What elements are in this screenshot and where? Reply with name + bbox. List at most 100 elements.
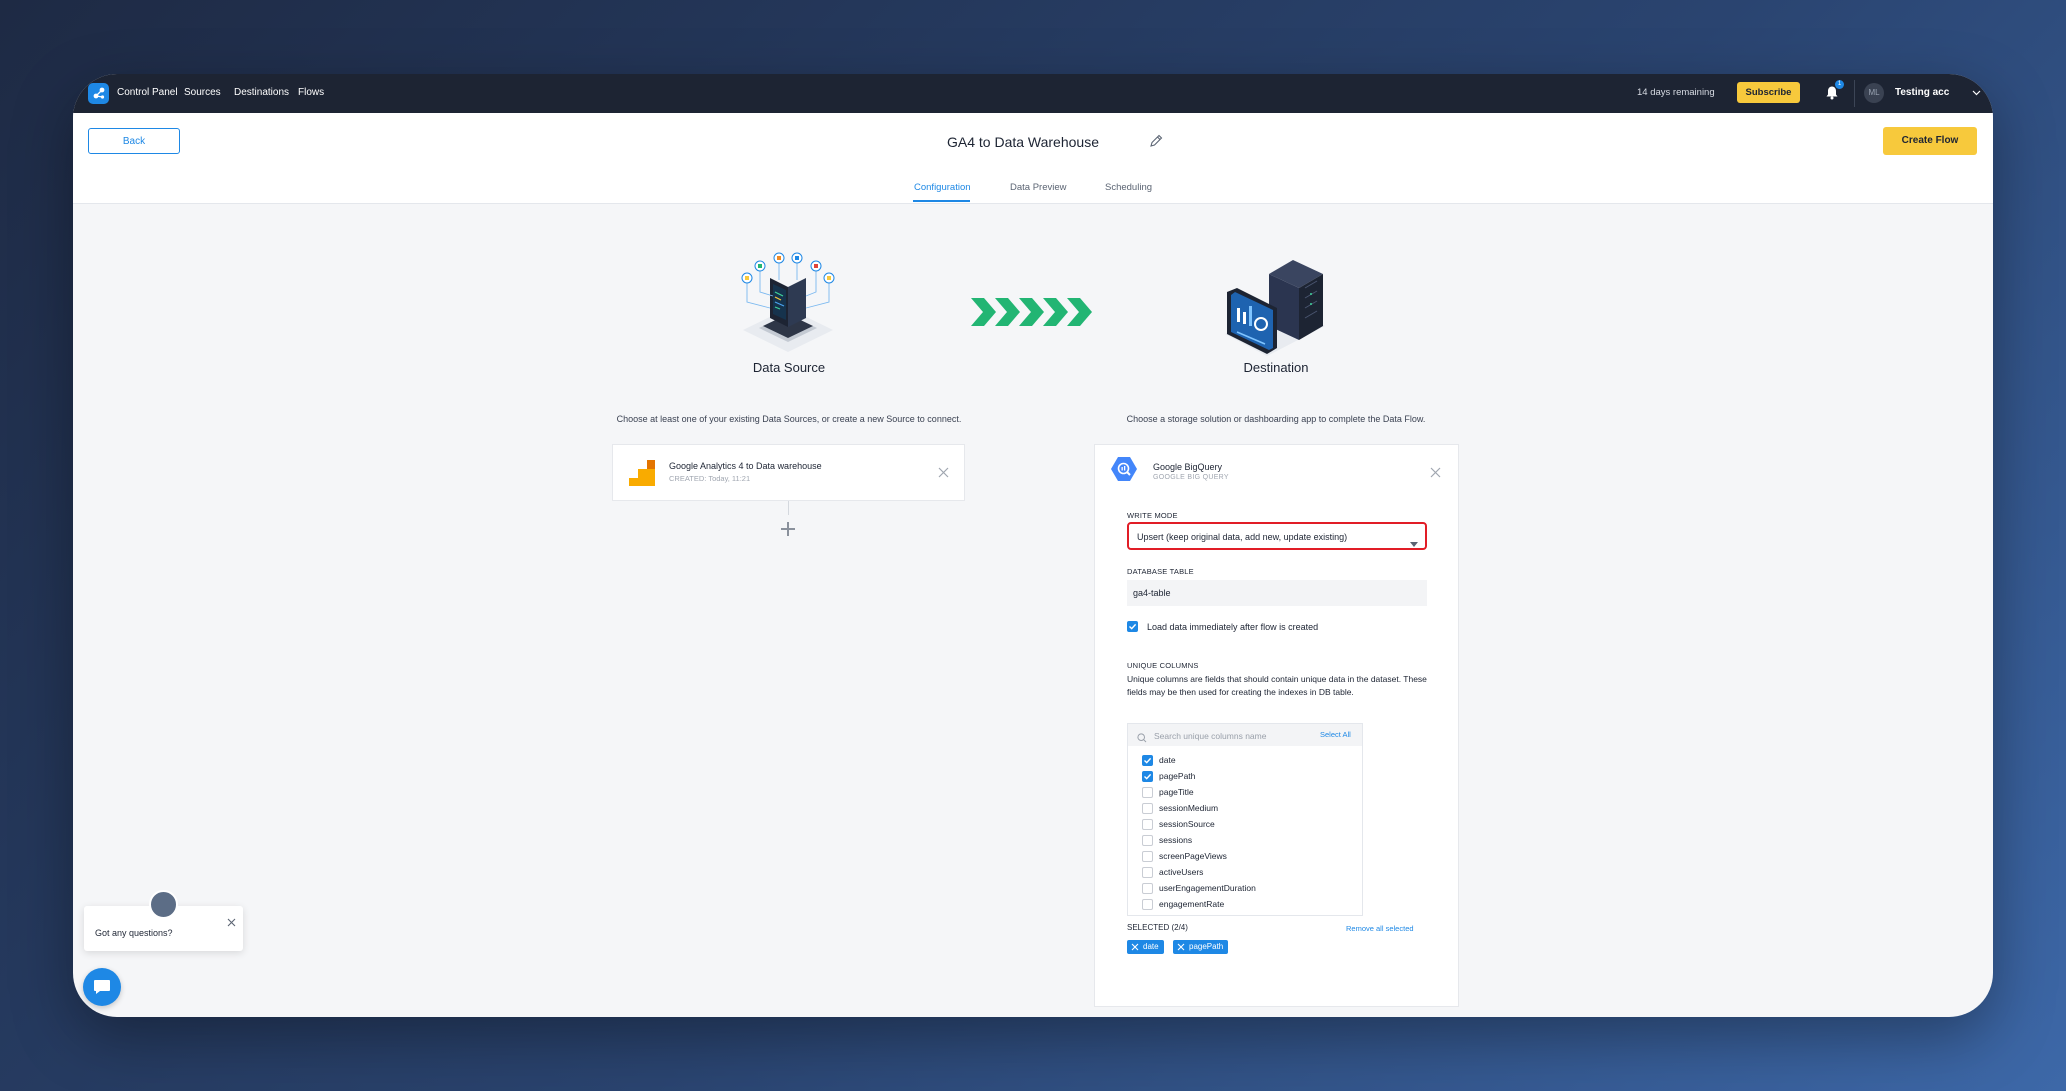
column-checkbox[interactable]	[1142, 755, 1153, 766]
unique-columns-description: Unique columns are fields that should co…	[1127, 674, 1427, 697]
tab-scheduling[interactable]: Scheduling	[1105, 182, 1152, 193]
destination-card-name: Google BigQuery	[1153, 462, 1223, 472]
data-source-title: Data Source	[752, 360, 826, 375]
column-checkbox[interactable]	[1142, 899, 1153, 910]
nav-control-panel[interactable]: Control Panel	[117, 87, 178, 98]
unique-columns-search: Select All	[1128, 724, 1362, 746]
nav-destinations[interactable]: Destinations	[234, 87, 289, 98]
remove-all-selected-link[interactable]: Remove all selected	[1346, 924, 1414, 933]
active-tab-indicator	[913, 200, 970, 202]
column-checkbox[interactable]	[1142, 867, 1153, 878]
notification-badge: 1	[1835, 80, 1844, 89]
chat-launcher-button[interactable]	[83, 968, 121, 1006]
tab-configuration[interactable]: Configuration	[914, 182, 971, 193]
unique-columns-label: UNIQUE COLUMNS	[1127, 661, 1199, 670]
column-option[interactable]: engagementRate	[1142, 898, 1352, 912]
nav-sources[interactable]: Sources	[184, 87, 221, 98]
create-flow-button[interactable]: Create Flow	[1883, 127, 1977, 155]
column-label: sessions	[1159, 835, 1193, 845]
search-icon	[1137, 730, 1147, 748]
nav-divider	[1854, 80, 1855, 107]
destination-title: Destination	[1243, 360, 1309, 375]
select-all-link[interactable]: Select All	[1320, 730, 1351, 739]
column-label: activeUsers	[1159, 867, 1204, 877]
avatar[interactable]: ML	[1864, 83, 1884, 103]
close-icon[interactable]	[1430, 465, 1441, 483]
tab-data-preview[interactable]: Data Preview	[1010, 182, 1067, 193]
tab-bar: Configuration Data Preview Scheduling	[73, 172, 1993, 204]
column-checkbox[interactable]	[1142, 819, 1153, 830]
chat-agent-avatar	[149, 890, 178, 919]
destination-illustration	[1219, 254, 1331, 367]
write-mode-label: WRITE MODE	[1127, 511, 1178, 520]
database-table-input[interactable]	[1127, 580, 1427, 606]
column-option[interactable]: screenPageViews	[1142, 850, 1352, 864]
data-source-description: Choose at least one of your existing Dat…	[616, 414, 962, 424]
back-button[interactable]: Back	[88, 128, 180, 154]
source-card-name: Google Analytics 4 to Data warehouse	[669, 461, 822, 471]
column-checkbox[interactable]	[1142, 835, 1153, 846]
column-option[interactable]: date	[1142, 754, 1352, 768]
chevron-down-icon[interactable]	[1972, 88, 1981, 99]
column-label: date	[1159, 755, 1176, 765]
load-immediately-label: Load data immediately after flow is crea…	[1147, 622, 1319, 632]
column-label: sessionSource	[1159, 819, 1215, 829]
destination-card: Google BigQuery GOOGLE BIG QUERY WRITE M…	[1094, 444, 1459, 1007]
account-name[interactable]: Testing acc	[1895, 87, 1949, 98]
write-mode-value: Upsert (keep original data, add new, upd…	[1137, 532, 1348, 542]
google-analytics-icon	[629, 460, 655, 491]
nav-flows[interactable]: Flows	[298, 87, 324, 98]
column-option[interactable]: activeUsers	[1142, 866, 1352, 880]
column-option[interactable]: sessionMedium	[1142, 802, 1352, 816]
close-icon[interactable]	[227, 914, 236, 932]
data-source-illustration	[733, 252, 843, 367]
search-input[interactable]	[1152, 728, 1306, 744]
chip-label: pagePath	[1189, 942, 1224, 951]
caret-down-icon	[1410, 534, 1418, 552]
remove-chip-icon	[1177, 943, 1185, 951]
database-table-label: DATABASE TABLE	[1127, 567, 1194, 576]
load-immediately-checkbox[interactable]	[1127, 621, 1138, 632]
column-label: pagePath	[1159, 771, 1196, 781]
chip-label: date	[1143, 942, 1159, 951]
unique-columns-list: Select All date pagePath pageTitle sessionM…	[1127, 723, 1363, 916]
bigquery-icon	[1111, 457, 1137, 486]
column-option[interactable]: sessions	[1142, 834, 1352, 848]
column-label: engagementRate	[1159, 899, 1225, 909]
edit-pencil-icon[interactable]	[1148, 133, 1164, 154]
column-label: sessionMedium	[1159, 803, 1219, 813]
selected-column-chip[interactable]: date	[1127, 940, 1164, 954]
column-option[interactable]: pageTitle	[1142, 786, 1352, 800]
column-checkbox[interactable]	[1142, 771, 1153, 782]
flow-title: GA4 to Data Warehouse	[946, 134, 1099, 150]
add-source-plus-icon[interactable]	[779, 520, 797, 543]
app-logo-icon[interactable]	[88, 83, 109, 104]
chat-prompt-text: Got any questions?	[95, 928, 173, 938]
flow-header: Back GA4 to Data Warehouse Create Flow	[73, 113, 1993, 173]
column-label: screenPageViews	[1159, 851, 1227, 861]
column-label: userEngagementDuration	[1159, 883, 1256, 893]
remove-chip-icon	[1131, 943, 1139, 951]
subscribe-button[interactable]: Subscribe	[1737, 82, 1800, 103]
trial-remaining: 14 days remaining	[1637, 87, 1715, 98]
source-card-created: CREATED: Today, 11:21	[669, 474, 751, 483]
source-card[interactable]: Google Analytics 4 to Data warehouse CRE…	[612, 444, 965, 501]
destination-description: Choose a storage solution or dashboardin…	[1126, 414, 1426, 424]
write-mode-select[interactable]: Upsert (keep original data, add new, upd…	[1127, 522, 1427, 550]
close-icon[interactable]	[938, 465, 949, 483]
source-connector	[788, 501, 789, 515]
column-label: pageTitle	[1159, 787, 1194, 797]
flow-arrows-icon	[971, 296, 1093, 333]
column-option[interactable]: sessionSource	[1142, 818, 1352, 832]
column-checkbox[interactable]	[1142, 803, 1153, 814]
column-checkbox[interactable]	[1142, 851, 1153, 862]
chat-icon	[94, 980, 110, 994]
column-option[interactable]: pagePath	[1142, 770, 1352, 784]
column-checkbox[interactable]	[1142, 787, 1153, 798]
selected-column-chip[interactable]: pagePath	[1173, 940, 1229, 954]
column-option[interactable]: userEngagementDuration	[1142, 882, 1352, 896]
column-checkbox[interactable]	[1142, 883, 1153, 894]
top-nav: Control Panel Sources Destinations Flows…	[73, 74, 1993, 113]
app-window: Control Panel Sources Destinations Flows…	[73, 74, 1993, 1017]
destination-card-subtitle: GOOGLE BIG QUERY	[1153, 474, 1229, 481]
